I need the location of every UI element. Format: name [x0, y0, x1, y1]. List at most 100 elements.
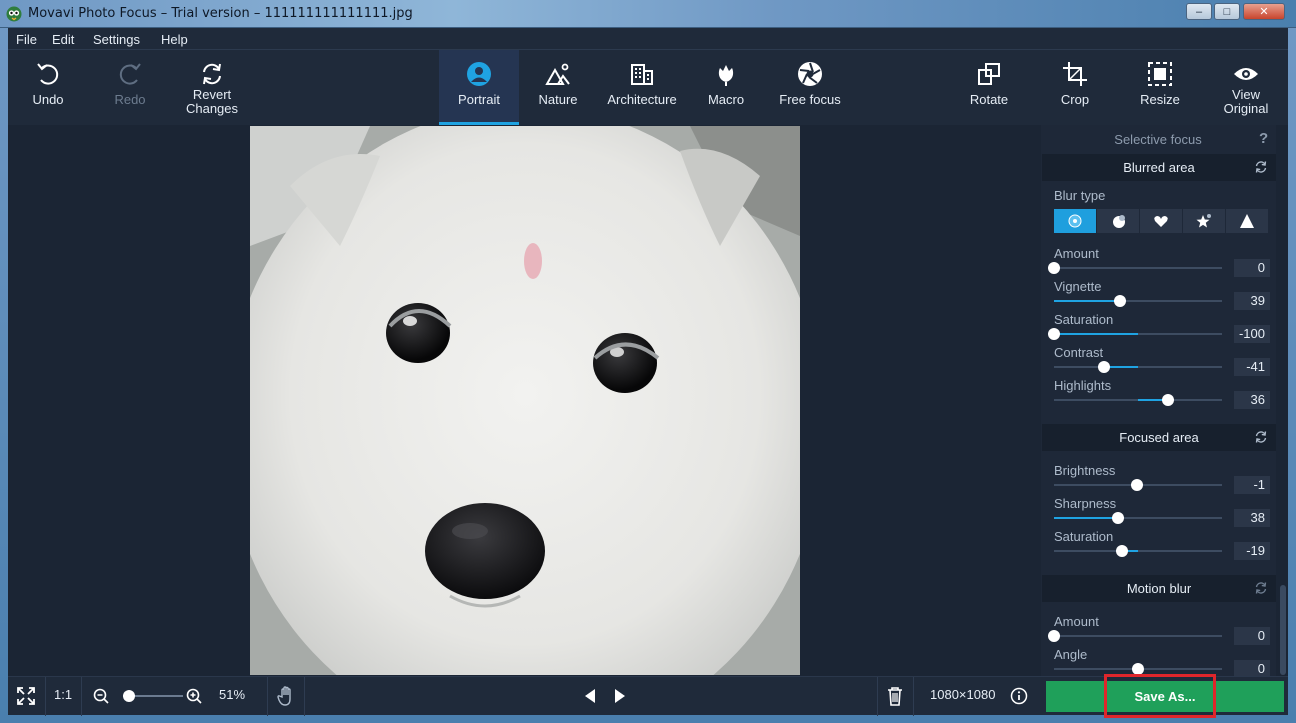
slider-knob[interactable] [1048, 630, 1060, 642]
reset-icon[interactable] [1254, 430, 1268, 444]
image-canvas[interactable] [8, 125, 1041, 676]
slider-value-field[interactable]: -41 [1234, 358, 1270, 376]
separator [877, 677, 878, 716]
undo-button[interactable]: Undo [18, 50, 78, 125]
slider-label: Contrast [1054, 345, 1104, 360]
slider-track[interactable] [1054, 512, 1222, 524]
bottom-bar: 1:1 51% 1080×1080 Save As... [8, 674, 1288, 718]
help-icon[interactable]: ? [1259, 130, 1268, 147]
slider-track[interactable] [1054, 361, 1222, 373]
slider-track[interactable] [1054, 545, 1222, 557]
separator [913, 677, 914, 716]
rotate-button[interactable]: Rotate [958, 50, 1020, 125]
slider-fill [1054, 517, 1118, 519]
blur-type-option[interactable] [1183, 209, 1225, 233]
resize-icon [1148, 62, 1172, 86]
reset-icon[interactable] [1254, 581, 1268, 595]
actual-size-button[interactable]: 1:1 [54, 687, 72, 702]
dog-photo-image [250, 126, 800, 675]
slider-track[interactable] [1054, 479, 1222, 491]
maximize-button[interactable]: □ [1214, 3, 1240, 20]
blur-type-option[interactable] [1097, 209, 1139, 233]
slider-value-field[interactable]: 0 [1234, 660, 1270, 676]
menu-edit[interactable]: Edit [52, 32, 74, 47]
slider-value-field[interactable]: 36 [1234, 391, 1270, 409]
blurred-area-header[interactable]: Blurred area [1042, 154, 1276, 181]
aperture-icon [798, 62, 822, 86]
tab-architecture[interactable]: Architecture [598, 50, 686, 125]
nature-label: Nature [538, 92, 578, 107]
slider-knob[interactable] [1048, 328, 1060, 340]
slider-knob[interactable] [1162, 394, 1175, 406]
photo-dog[interactable] [250, 126, 800, 675]
menu-file[interactable]: File [16, 32, 37, 47]
hand-pan-icon[interactable] [276, 685, 298, 707]
zoom-slider-knob[interactable] [123, 690, 135, 702]
separator [267, 677, 268, 716]
panel-scrollbar[interactable] [1276, 125, 1288, 676]
slider-track[interactable] [1054, 295, 1222, 307]
blur-type-option[interactable] [1226, 209, 1268, 233]
blur-type-option[interactable] [1054, 209, 1096, 233]
slider-value-field[interactable]: -19 [1234, 542, 1270, 560]
previous-image-icon[interactable] [583, 688, 597, 704]
menu-help[interactable]: Help [161, 32, 188, 47]
menu-bar: File Edit Settings Help [8, 28, 1288, 50]
minimize-button[interactable]: – [1186, 3, 1212, 20]
zoom-in-icon[interactable] [186, 688, 202, 704]
tab-free-focus[interactable]: Free focus [771, 50, 849, 125]
tab-macro[interactable]: Macro [696, 50, 756, 125]
tab-nature[interactable]: Nature [523, 50, 593, 125]
slider-track[interactable] [1048, 262, 1222, 274]
toolbar: Undo Redo Revert Changes Portrait Nature… [8, 50, 1288, 125]
tab-portrait[interactable]: Portrait [439, 50, 519, 125]
free-focus-label: Free focus [779, 92, 841, 107]
revert-label-line1: Revert [192, 87, 232, 102]
slider-track[interactable] [1048, 328, 1222, 340]
zoom-slider[interactable] [123, 690, 183, 702]
slider-track[interactable] [1054, 394, 1222, 406]
slider-value-field[interactable]: -100 [1234, 325, 1270, 343]
slider-track[interactable] [1048, 630, 1222, 642]
crop-button[interactable]: Crop [1045, 50, 1105, 125]
blur-type-option[interactable] [1140, 209, 1182, 233]
redo-button[interactable]: Redo [100, 50, 160, 125]
scrollbar-thumb[interactable] [1280, 585, 1286, 675]
window-title: Movavi Photo Focus – Trial version – 111… [28, 6, 413, 21]
slider-knob[interactable] [1116, 545, 1129, 557]
slider-value-field[interactable]: -1 [1234, 476, 1270, 494]
separator [304, 677, 305, 716]
view-original-button[interactable]: View Original [1213, 50, 1279, 125]
resize-button[interactable]: Resize [1130, 50, 1190, 125]
blurred-area-title: Blurred area [1123, 160, 1195, 175]
slider-knob[interactable] [1048, 262, 1060, 274]
fit-to-screen-icon[interactable] [16, 686, 36, 706]
redo-icon [119, 63, 141, 85]
focused-area-header[interactable]: Focused area [1042, 424, 1276, 451]
motion-blur-title: Motion blur [1126, 581, 1192, 596]
window-frame-left [0, 28, 8, 723]
slider-value-field[interactable]: 0 [1234, 259, 1270, 277]
circle-blur-icon [1068, 214, 1082, 228]
undo-label: Undo [32, 92, 64, 107]
slider-value-field[interactable]: 38 [1234, 509, 1270, 527]
motion-blur-header[interactable]: Motion blur [1042, 575, 1276, 602]
zoom-out-icon[interactable] [93, 688, 109, 704]
slider-value-field[interactable]: 0 [1234, 627, 1270, 645]
close-button[interactable]: ✕ [1243, 3, 1285, 20]
info-icon[interactable] [1010, 687, 1028, 705]
menu-settings[interactable]: Settings [93, 32, 140, 47]
revert-icon [203, 63, 221, 85]
slider-knob[interactable] [1113, 295, 1126, 307]
trash-icon[interactable] [886, 686, 904, 706]
save-button-highlight-annotation [1104, 674, 1216, 718]
revert-changes-button[interactable]: Revert Changes [176, 50, 248, 125]
slider-value-field[interactable]: 39 [1234, 292, 1270, 310]
next-image-icon[interactable] [613, 688, 627, 704]
focused-area-title: Focused area [1119, 430, 1199, 445]
reset-icon[interactable] [1254, 160, 1268, 174]
slider-knob[interactable] [1097, 361, 1110, 373]
slider-knob[interactable] [1131, 479, 1144, 491]
slider-knob[interactable] [1111, 512, 1124, 524]
slider-track[interactable] [1054, 663, 1222, 675]
